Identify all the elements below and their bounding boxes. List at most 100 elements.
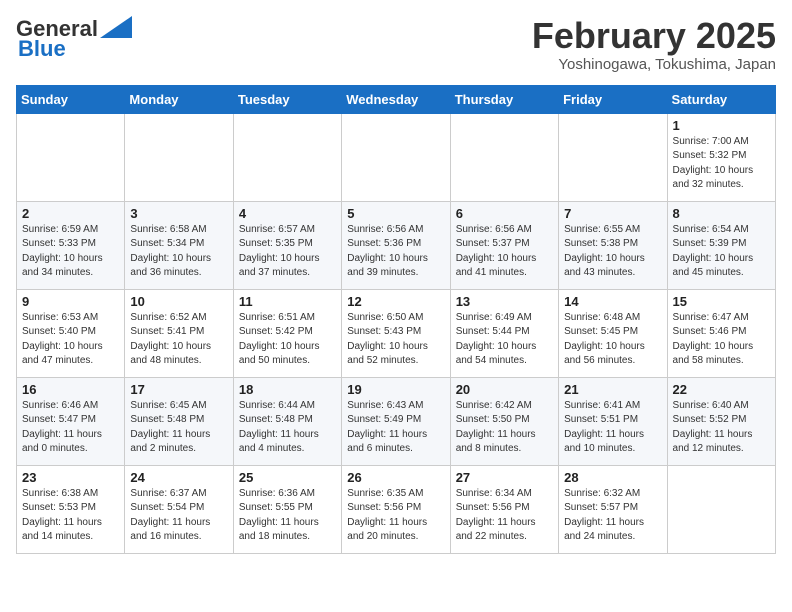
- day-info: Sunrise: 6:49 AM Sunset: 5:44 PM Dayligh…: [456, 311, 553, 369]
- calendar-cell: 22 Sunrise: 6:40 AM Sunset: 5:52 PM Dayli…: [667, 377, 775, 465]
- calendar-cell: [233, 113, 341, 201]
- day-number: 25: [239, 470, 336, 485]
- weekday-friday: Friday: [559, 85, 667, 113]
- weekday-tuesday: Tuesday: [233, 85, 341, 113]
- day-number: 27: [456, 470, 553, 485]
- calendar-cell: 13 Sunrise: 6:49 AM Sunset: 5:44 PM Dayli…: [450, 289, 558, 377]
- calendar-cell: [342, 113, 450, 201]
- calendar-cell: 23Sunrise: 6:38 AM Sunset: 5:53 PM Dayli…: [17, 465, 125, 553]
- day-info: Sunrise: 6:52 AM Sunset: 5:41 PM Dayligh…: [130, 311, 227, 369]
- day-number: 1: [673, 118, 770, 133]
- calendar-cell: [559, 113, 667, 201]
- day-info: Sunrise: 6:41 AM Sunset: 5:51 PM Dayligh…: [564, 399, 661, 457]
- weekday-wednesday: Wednesday: [342, 85, 450, 113]
- day-number: 4: [239, 206, 336, 221]
- calendar-cell: 27 Sunrise: 6:34 AM Sunset: 5:56 PM Dayli…: [450, 465, 558, 553]
- day-number: 3: [130, 206, 227, 221]
- header: General Blue February 2025 Yoshinogawa, …: [16, 16, 776, 73]
- day-info: Sunrise: 6:55 AM Sunset: 5:38 PM Dayligh…: [564, 223, 661, 281]
- day-number: 2: [22, 206, 119, 221]
- calendar-cell: 28Sunrise: 6:32 AM Sunset: 5:57 PM Dayli…: [559, 465, 667, 553]
- weekday-thursday: Thursday: [450, 85, 558, 113]
- calendar-cell: 8 Sunrise: 6:54 AM Sunset: 5:39 PM Daylig…: [667, 201, 775, 289]
- calendar-cell: [125, 113, 233, 201]
- calendar-cell: [450, 113, 558, 201]
- day-info: Sunrise: 6:44 AM Sunset: 5:48 PM Dayligh…: [239, 399, 336, 457]
- calendar-cell: 2Sunrise: 6:59 AM Sunset: 5:33 PM Daylig…: [17, 201, 125, 289]
- calendar-cell: [17, 113, 125, 201]
- day-number: 7: [564, 206, 661, 221]
- calendar-cell: 9Sunrise: 6:53 AM Sunset: 5:40 PM Daylig…: [17, 289, 125, 377]
- day-info: Sunrise: 6:57 AM Sunset: 5:35 PM Dayligh…: [239, 223, 336, 281]
- calendar-cell: 1 Sunrise: 7:00 AM Sunset: 5:32 PM Daylig…: [667, 113, 775, 201]
- day-number: 19: [347, 382, 444, 397]
- calendar-cell: 14 Sunrise: 6:48 AM Sunset: 5:45 PM Dayli…: [559, 289, 667, 377]
- day-info: Sunrise: 6:50 AM Sunset: 5:43 PM Dayligh…: [347, 311, 444, 369]
- day-number: 5: [347, 206, 444, 221]
- day-info: Sunrise: 6:34 AM Sunset: 5:56 PM Dayligh…: [456, 487, 553, 545]
- day-info: Sunrise: 6:47 AM Sunset: 5:46 PM Dayligh…: [673, 311, 770, 369]
- day-number: 17: [130, 382, 227, 397]
- calendar-cell: 21 Sunrise: 6:41 AM Sunset: 5:51 PM Dayli…: [559, 377, 667, 465]
- month-title: February 2025: [532, 16, 776, 56]
- calendar-body: 1 Sunrise: 7:00 AM Sunset: 5:32 PM Daylig…: [17, 113, 776, 553]
- day-number: 6: [456, 206, 553, 221]
- day-number: 20: [456, 382, 553, 397]
- week-row-0: 1 Sunrise: 7:00 AM Sunset: 5:32 PM Daylig…: [17, 113, 776, 201]
- week-row-4: 23Sunrise: 6:38 AM Sunset: 5:53 PM Dayli…: [17, 465, 776, 553]
- calendar-cell: 16 Sunrise: 6:46 AM Sunset: 5:47 PM Dayli…: [17, 377, 125, 465]
- day-number: 12: [347, 294, 444, 309]
- day-info: Sunrise: 6:56 AM Sunset: 5:36 PM Dayligh…: [347, 223, 444, 281]
- week-row-1: 2Sunrise: 6:59 AM Sunset: 5:33 PM Daylig…: [17, 201, 776, 289]
- day-number: 28: [564, 470, 661, 485]
- calendar-cell: 26 Sunrise: 6:35 AM Sunset: 5:56 PM Dayli…: [342, 465, 450, 553]
- day-info: Sunrise: 6:42 AM Sunset: 5:50 PM Dayligh…: [456, 399, 553, 457]
- day-info: Sunrise: 7:00 AM Sunset: 5:32 PM Dayligh…: [673, 135, 770, 193]
- calendar-cell: 3Sunrise: 6:58 AM Sunset: 5:34 PM Daylig…: [125, 201, 233, 289]
- day-number: 23: [22, 470, 119, 485]
- weekday-saturday: Saturday: [667, 85, 775, 113]
- day-number: 16: [22, 382, 119, 397]
- weekday-sunday: Sunday: [17, 85, 125, 113]
- day-number: 15: [673, 294, 770, 309]
- day-number: 10: [130, 294, 227, 309]
- day-number: 13: [456, 294, 553, 309]
- logo-icon: [100, 16, 132, 38]
- week-row-2: 9Sunrise: 6:53 AM Sunset: 5:40 PM Daylig…: [17, 289, 776, 377]
- day-info: Sunrise: 6:48 AM Sunset: 5:45 PM Dayligh…: [564, 311, 661, 369]
- calendar-cell: 4 Sunrise: 6:57 AM Sunset: 5:35 PM Daylig…: [233, 201, 341, 289]
- day-info: Sunrise: 6:45 AM Sunset: 5:48 PM Dayligh…: [130, 399, 227, 457]
- logo: General Blue: [16, 16, 132, 62]
- calendar-cell: 24 Sunrise: 6:37 AM Sunset: 5:54 PM Dayli…: [125, 465, 233, 553]
- day-number: 22: [673, 382, 770, 397]
- calendar-cell: 6Sunrise: 6:56 AM Sunset: 5:37 PM Daylig…: [450, 201, 558, 289]
- calendar: SundayMondayTuesdayWednesdayThursdayFrid…: [16, 85, 776, 554]
- day-number: 24: [130, 470, 227, 485]
- calendar-cell: 17 Sunrise: 6:45 AM Sunset: 5:48 PM Dayli…: [125, 377, 233, 465]
- calendar-cell: 15 Sunrise: 6:47 AM Sunset: 5:46 PM Dayli…: [667, 289, 775, 377]
- day-info: Sunrise: 6:43 AM Sunset: 5:49 PM Dayligh…: [347, 399, 444, 457]
- day-number: 26: [347, 470, 444, 485]
- weekday-monday: Monday: [125, 85, 233, 113]
- day-info: Sunrise: 6:51 AM Sunset: 5:42 PM Dayligh…: [239, 311, 336, 369]
- week-row-3: 16 Sunrise: 6:46 AM Sunset: 5:47 PM Dayli…: [17, 377, 776, 465]
- calendar-cell: 10 Sunrise: 6:52 AM Sunset: 5:41 PM Dayli…: [125, 289, 233, 377]
- calendar-cell: 19 Sunrise: 6:43 AM Sunset: 5:49 PM Dayli…: [342, 377, 450, 465]
- day-info: Sunrise: 6:35 AM Sunset: 5:56 PM Dayligh…: [347, 487, 444, 545]
- day-info: Sunrise: 6:37 AM Sunset: 5:54 PM Dayligh…: [130, 487, 227, 545]
- day-number: 14: [564, 294, 661, 309]
- calendar-cell: [667, 465, 775, 553]
- day-number: 9: [22, 294, 119, 309]
- logo-blue: Blue: [18, 36, 66, 62]
- day-info: Sunrise: 6:36 AM Sunset: 5:55 PM Dayligh…: [239, 487, 336, 545]
- calendar-cell: 7 Sunrise: 6:55 AM Sunset: 5:38 PM Daylig…: [559, 201, 667, 289]
- day-number: 18: [239, 382, 336, 397]
- day-info: Sunrise: 6:54 AM Sunset: 5:39 PM Dayligh…: [673, 223, 770, 281]
- day-info: Sunrise: 6:40 AM Sunset: 5:52 PM Dayligh…: [673, 399, 770, 457]
- calendar-cell: 5 Sunrise: 6:56 AM Sunset: 5:36 PM Daylig…: [342, 201, 450, 289]
- calendar-cell: 25 Sunrise: 6:36 AM Sunset: 5:55 PM Dayli…: [233, 465, 341, 553]
- day-number: 21: [564, 382, 661, 397]
- day-number: 11: [239, 294, 336, 309]
- day-number: 8: [673, 206, 770, 221]
- day-info: Sunrise: 6:46 AM Sunset: 5:47 PM Dayligh…: [22, 399, 119, 457]
